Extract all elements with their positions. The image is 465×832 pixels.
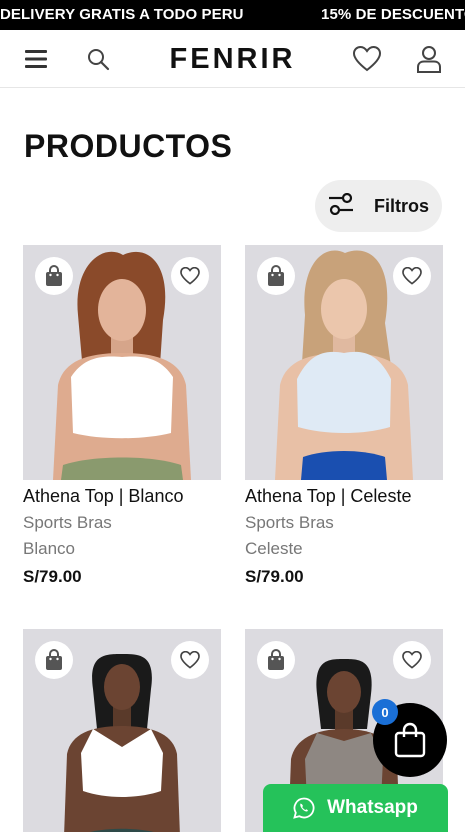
product-image[interactable]	[23, 245, 221, 480]
filters-label: Filtros	[374, 195, 430, 216]
heart-icon	[180, 267, 200, 285]
product-category: Sports Bras	[23, 513, 112, 532]
product-color: Celeste	[245, 539, 303, 558]
product-category: Sports Bras	[245, 513, 334, 532]
shopping-bag-icon	[268, 265, 284, 286]
heart-icon	[402, 651, 422, 669]
whatsapp-icon	[293, 797, 315, 819]
add-to-cart-button[interactable]	[35, 641, 73, 679]
account-icon[interactable]	[413, 43, 445, 75]
shopping-bag-icon	[46, 265, 62, 286]
whatsapp-button[interactable]: Whatsapp	[263, 784, 448, 832]
announcement-bar: DELIVERY GRATIS A TODO PERU 15% DE DESCU…	[0, 0, 465, 30]
heart-icon	[402, 267, 422, 285]
product-card[interactable]: Athena Top | Blanco Sports Bras Blanco S…	[23, 245, 221, 587]
product-price: S/79.00	[245, 567, 304, 586]
wishlist-icon[interactable]	[351, 43, 383, 75]
announcement-text: 15% DE DESCUENTO	[321, 6, 465, 23]
add-to-cart-button[interactable]	[257, 257, 295, 295]
product-image[interactable]	[245, 245, 443, 480]
cart-count-badge: 0	[372, 699, 398, 725]
filters-button[interactable]: Filtros	[315, 180, 442, 232]
product-image[interactable]	[23, 629, 221, 832]
product-card[interactable]	[23, 629, 221, 832]
product-name[interactable]: Athena Top | Blanco	[23, 486, 221, 507]
wishlist-toggle[interactable]	[393, 641, 431, 679]
wishlist-toggle[interactable]	[171, 641, 209, 679]
add-to-cart-button[interactable]	[257, 641, 295, 679]
product-card[interactable]: Athena Top | Celeste Sports Bras Celeste…	[245, 245, 443, 587]
page-title: PRODUCTOS	[24, 128, 233, 164]
shopping-bag-icon	[394, 722, 426, 758]
wishlist-toggle[interactable]	[393, 257, 431, 295]
heart-icon	[180, 651, 200, 669]
announcement-text: DELIVERY GRATIS A TODO PERU	[0, 6, 244, 23]
shopping-bag-icon	[46, 649, 62, 670]
brand-logo[interactable]: FENRIR	[0, 43, 465, 76]
wishlist-toggle[interactable]	[171, 257, 209, 295]
shopping-bag-icon	[268, 649, 284, 670]
whatsapp-label: Whatsapp	[327, 797, 418, 818]
product-price: S/79.00	[23, 567, 82, 586]
product-color: Blanco	[23, 539, 75, 558]
filter-icon	[328, 192, 354, 220]
product-name[interactable]: Athena Top | Celeste	[245, 486, 443, 507]
add-to-cart-button[interactable]	[35, 257, 73, 295]
site-header: FENRIR	[0, 30, 465, 88]
